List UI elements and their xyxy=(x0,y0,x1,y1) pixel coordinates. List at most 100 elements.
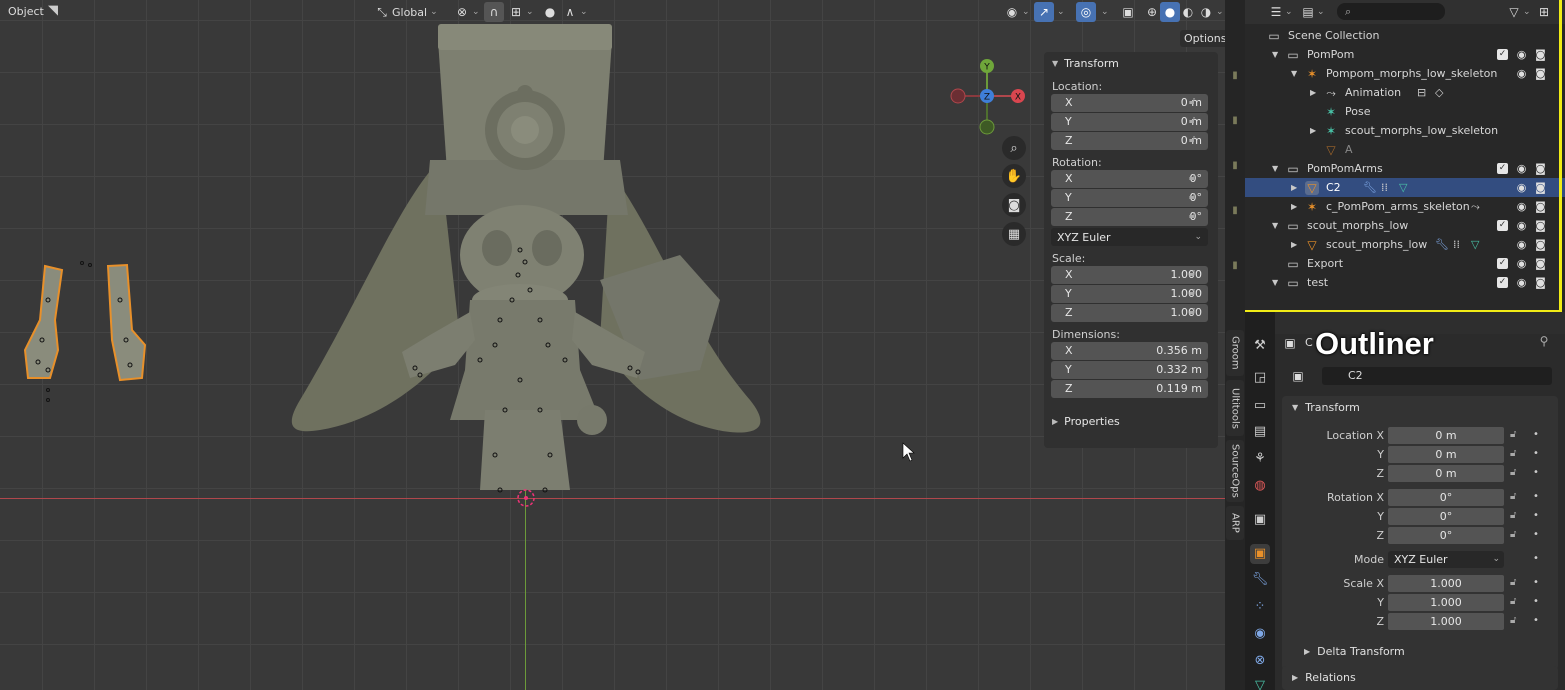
mesh-data-icon[interactable]: ▽ xyxy=(1250,676,1270,690)
eye-icon[interactable]: ◉ xyxy=(1515,219,1528,232)
interaction-mode-label[interactable]: Object xyxy=(8,5,44,18)
navigation-gizmo[interactable]: Y X Z xyxy=(946,55,1030,139)
tab-sourceops[interactable]: SourceOps xyxy=(1226,440,1244,502)
transform-panel-header[interactable]: ▼ Transform xyxy=(1282,396,1558,418)
render-icon[interactable]: ◲ xyxy=(1250,368,1270,388)
outliner-row-export[interactable]: ▭ Export ✓ ◉ ◙ xyxy=(1245,254,1565,273)
collapsed-triangle-icon[interactable]: ▶ xyxy=(1310,126,1316,135)
options-button[interactable]: Options xyxy=(1180,30,1225,47)
eye-icon[interactable]: ◉ xyxy=(1515,48,1528,61)
outliner-row-arms-skeleton[interactable]: ▶ ✶ c_PomPom_arms_skeleton ⤳ ◉ ◙ xyxy=(1245,197,1565,216)
view-layer-icon[interactable]: ▤ xyxy=(1250,422,1270,442)
shading-solid-button[interactable]: ● xyxy=(1160,2,1180,22)
lock-icon[interactable]: 🔓︎ xyxy=(1510,467,1516,478)
keyframe-dot-icon[interactable]: • xyxy=(1533,491,1539,502)
gizmo-toggle[interactable]: ↗ xyxy=(1034,2,1054,22)
eye-icon[interactable]: ◉ xyxy=(1515,67,1528,80)
lock-icon[interactable]: 🔓︎ xyxy=(1189,268,1201,280)
character-model[interactable] xyxy=(0,0,1225,690)
tab-ultitools[interactable]: Ultitools xyxy=(1226,380,1244,436)
object-properties-icon[interactable]: ▣ xyxy=(1250,544,1270,564)
object-name-field[interactable]: C2 xyxy=(1322,367,1552,385)
shading-wireframe-button[interactable]: ⊕ xyxy=(1142,2,1162,22)
camera-icon[interactable]: ◙ xyxy=(1534,162,1547,175)
camera-icon[interactable]: ◙ xyxy=(1534,48,1547,61)
tab-groom[interactable]: Groom xyxy=(1226,330,1244,376)
collection-checkbox[interactable]: ✓ xyxy=(1497,277,1508,288)
lock-icon[interactable]: 🔓︎ xyxy=(1189,306,1201,318)
keyframe-dot-icon[interactable]: • xyxy=(1533,596,1539,607)
lock-icon[interactable]: 🔓︎ xyxy=(1510,596,1516,607)
expanded-triangle-icon[interactable]: ▼ xyxy=(1272,221,1278,230)
modifier-wrench-icon[interactable]: 🔧︎ xyxy=(1250,570,1270,590)
dimensions-x-field[interactable]: X 0.356 m xyxy=(1051,341,1208,360)
eye-icon[interactable]: ◉ xyxy=(1515,238,1528,251)
keyframe-dot-icon[interactable]: • xyxy=(1533,529,1539,540)
tab-arp[interactable]: ARP xyxy=(1226,506,1244,540)
rotation-mode-select[interactable]: XYZ Euler ⌄ xyxy=(1388,551,1504,568)
falloff-button[interactable]: ∧ ⌄ xyxy=(560,2,591,22)
physics-icon[interactable]: ◉ xyxy=(1250,624,1270,644)
tab-item[interactable]: ▮ xyxy=(1226,55,1244,95)
lock-icon[interactable]: 🔓︎ xyxy=(1510,448,1516,459)
outliner-row-scout-skeleton[interactable]: ▶ ✶ scout_morphs_low_skeleton xyxy=(1245,121,1565,140)
outliner-row-pompom-skeleton[interactable]: ▼ ✶ Pompom_morphs_low_skeleton ◉ ◙ xyxy=(1245,64,1565,83)
tool-settings-icon[interactable]: ⚒ xyxy=(1250,336,1270,356)
camera-icon[interactable]: ◙ xyxy=(1534,200,1547,213)
transform-panel-header[interactable]: ▼ Transform xyxy=(1044,52,1218,74)
shading-material-button[interactable]: ◐ xyxy=(1178,2,1198,22)
relations-panel-header[interactable]: ▶ Relations xyxy=(1282,666,1558,688)
scale-y-field[interactable]: Y 1.000 xyxy=(1051,284,1208,303)
lock-icon[interactable]: 🔓︎ xyxy=(1189,96,1201,108)
dimensions-y-field[interactable]: Y 0.332 m xyxy=(1051,360,1208,379)
outliner-row-c2[interactable]: ▶ ▽ C2 🔧︎ ⁞⁞ ▽ ◉ ◙ xyxy=(1245,178,1565,197)
collection-checkbox[interactable]: ✓ xyxy=(1497,163,1508,174)
expanded-triangle-icon[interactable]: ▼ xyxy=(1272,278,1278,287)
collapsed-triangle-icon[interactable]: ▶ xyxy=(1291,240,1297,249)
collection-checkbox[interactable]: ✓ xyxy=(1497,49,1508,60)
location-z-field[interactable]: Z0 m xyxy=(1051,131,1208,150)
snap-toggle[interactable]: ∩ xyxy=(484,2,504,22)
3d-viewport[interactable]: Object ◥ ⤡ Global ⌄ ⊗ ⌄ ∩ ⊞ ⌄ ● ∧ ⌄ ◉ ⌄ ↗ ⌄ … xyxy=(0,0,1225,690)
delta-transform-header[interactable]: ▶ Delta Transform xyxy=(1294,640,1405,662)
lock-icon[interactable]: 🔓︎ xyxy=(1510,510,1516,521)
pin-icon[interactable]: ⚲ xyxy=(1537,334,1551,348)
editor-type-icon[interactable]: ☰ xyxy=(1269,5,1283,19)
visibility-button[interactable]: ◉ ⌄ xyxy=(1002,2,1033,22)
overlays-toggle[interactable]: ◎ xyxy=(1076,2,1096,22)
rotation-mode-select[interactable]: XYZ Euler ⌄ xyxy=(1051,228,1208,246)
expanded-triangle-icon[interactable]: ▼ xyxy=(1272,164,1278,173)
new-collection-icon[interactable]: ⊞ xyxy=(1537,5,1551,19)
lock-icon[interactable]: 🔓︎ xyxy=(1189,210,1201,222)
lock-icon[interactable]: 🔓︎ xyxy=(1510,577,1516,588)
keyframe-dot-icon[interactable]: • xyxy=(1533,467,1539,478)
outliner-row-test[interactable]: ▼ ▭ test ✓ ◉ ◙ xyxy=(1245,273,1565,292)
output-icon[interactable]: ▭ xyxy=(1250,396,1270,416)
keyframe-dot-icon[interactable]: • xyxy=(1533,448,1539,459)
object-browse-icon[interactable]: ▣ xyxy=(1291,369,1305,383)
shading-rendered-button[interactable]: ◑ ⌄ xyxy=(1196,2,1225,22)
outliner-row-a[interactable]: ▽ A xyxy=(1245,140,1565,159)
outliner-row-scout-collection[interactable]: ▼ ▭ scout_morphs_low ✓ ◉ ◙ xyxy=(1245,216,1565,235)
eye-icon[interactable]: ◉ xyxy=(1515,181,1528,194)
constraints-icon[interactable]: ⊗ xyxy=(1250,651,1270,671)
outliner-row-pose[interactable]: ✶ Pose xyxy=(1245,102,1565,121)
dimensions-z-field[interactable]: Z 0.119 m xyxy=(1051,379,1208,398)
outliner-row-animation[interactable]: ▶ ⤳ Animation ⊟ ◇ xyxy=(1245,83,1565,102)
tab-view[interactable]: ▮ xyxy=(1226,145,1244,185)
keyframe-dot-icon[interactable]: • xyxy=(1533,615,1539,626)
camera-icon[interactable]: ◙ xyxy=(1534,276,1547,289)
lock-icon[interactable]: 🔓︎ xyxy=(1510,491,1516,502)
lock-icon[interactable]: 🔓︎ xyxy=(1189,191,1201,203)
expanded-triangle-icon[interactable]: ▼ xyxy=(1272,50,1278,59)
location-y-field[interactable]: Y0 m xyxy=(1051,112,1208,131)
snap-target-button[interactable]: ⊞ ⌄ xyxy=(506,2,537,22)
scale-x-field[interactable]: X 1.000 xyxy=(1051,265,1208,284)
display-mode-icon[interactable]: ▤ xyxy=(1301,5,1315,19)
outliner-row-pompom[interactable]: ▼ ▭ PomPom ✓ ◉ ◙ xyxy=(1245,45,1565,64)
properties-panel-header[interactable]: ▶ Properties xyxy=(1044,410,1218,432)
location-x-field[interactable]: 0 m xyxy=(1388,427,1504,444)
keyframe-dot-icon[interactable]: • xyxy=(1533,577,1539,588)
outliner-row-pompomarms[interactable]: ▼ ▭ PomPomArms ✓ ◉ ◙ xyxy=(1245,159,1565,178)
lock-icon[interactable]: 🔓︎ xyxy=(1510,529,1516,540)
